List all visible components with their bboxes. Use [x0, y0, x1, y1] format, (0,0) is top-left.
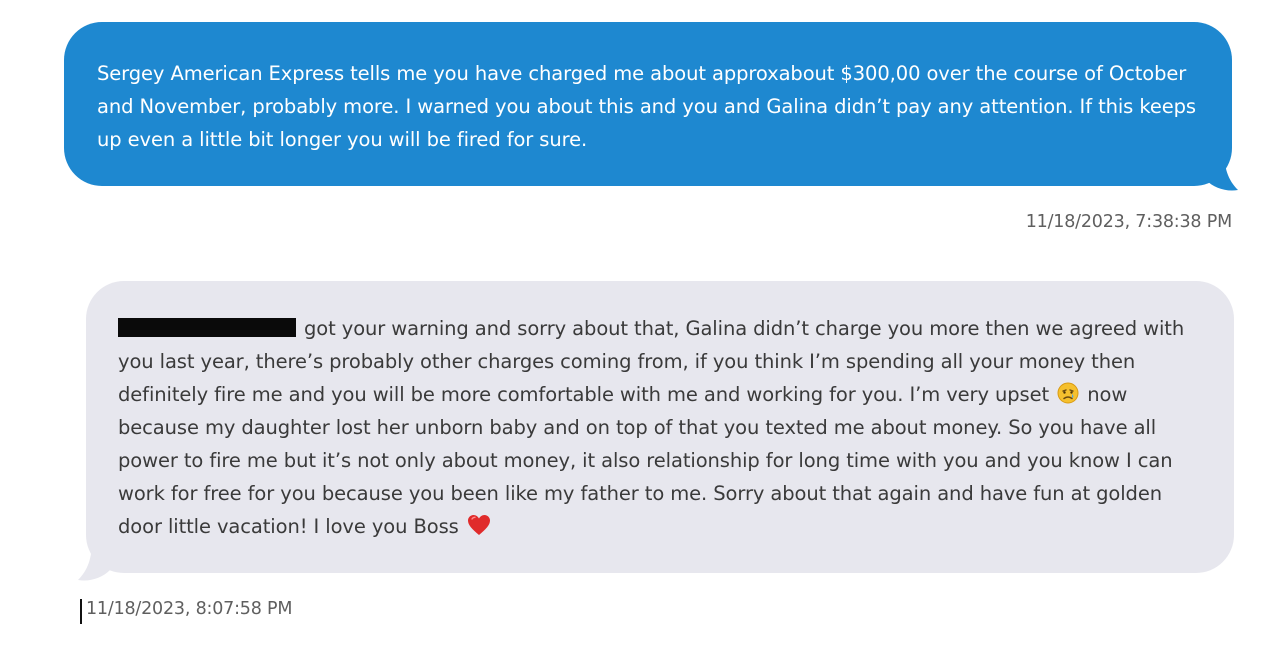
incoming-message-bubble[interactable]: got your warning and sorry about that, G…: [86, 281, 1234, 573]
red-heart-icon: [467, 515, 490, 535]
text-cursor: [80, 599, 82, 624]
message-thread: Sergey American Express tells me you hav…: [0, 0, 1280, 650]
outgoing-message-bubble[interactable]: Sergey American Express tells me you hav…: [64, 22, 1232, 186]
redacted-name-block: [118, 318, 296, 337]
incoming-bubble-tail: [78, 540, 116, 581]
outgoing-bubble-tail: [1200, 150, 1238, 191]
crying-face-icon: [1057, 382, 1079, 404]
incoming-message-timestamp: 11/18/2023, 8:07:58 PM: [86, 599, 293, 619]
incoming-message-text-part2: now because my daughter lost her unborn …: [118, 383, 1173, 538]
outgoing-message-text: Sergey American Express tells me you hav…: [97, 62, 1196, 151]
outgoing-message-timestamp: 11/18/2023, 7:38:38 PM: [1025, 212, 1232, 232]
